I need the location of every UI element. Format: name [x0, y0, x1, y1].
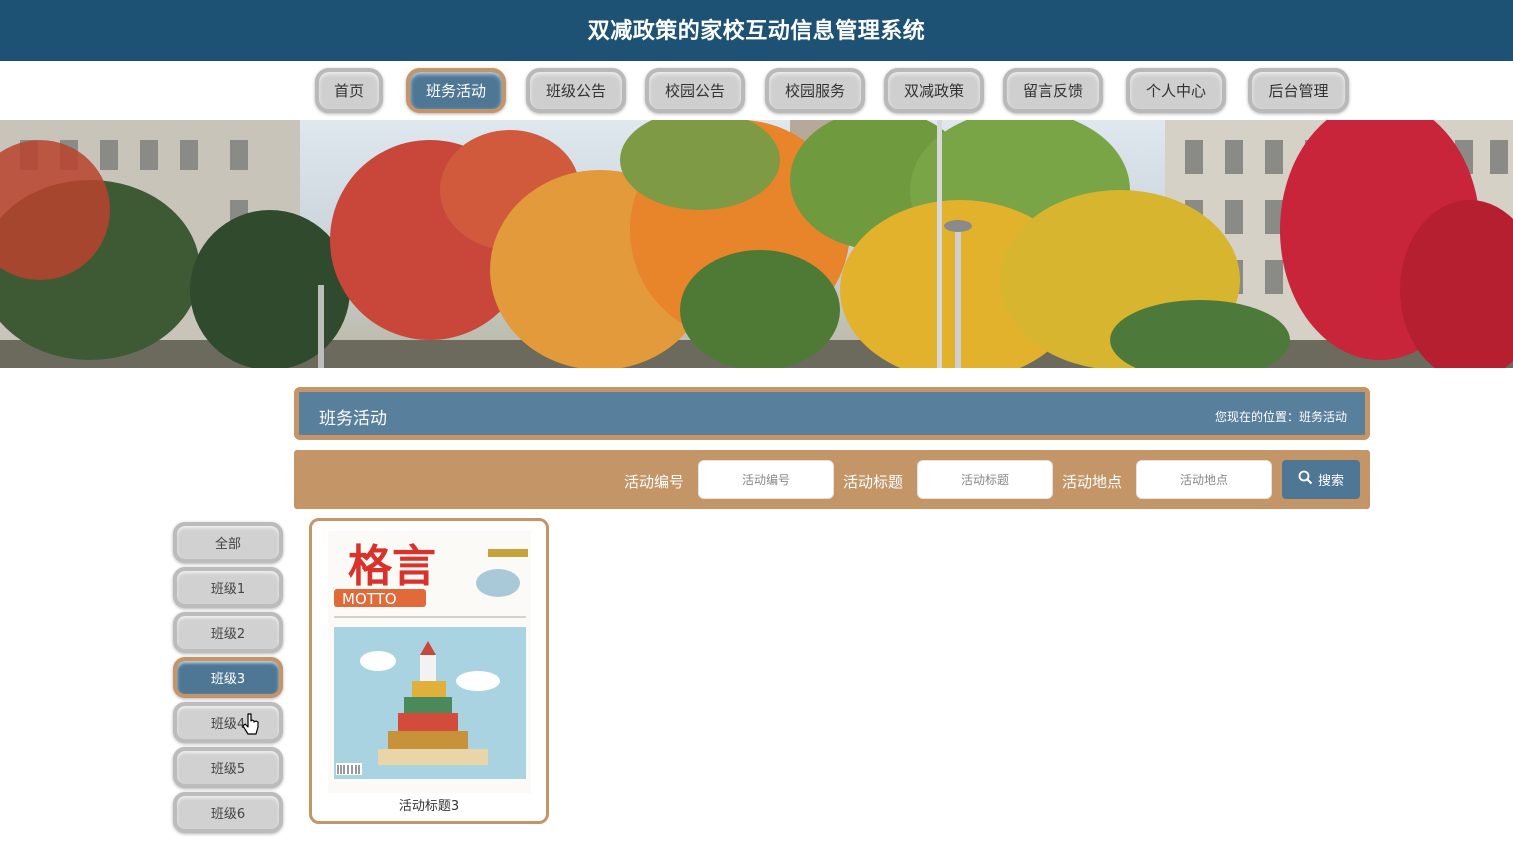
activity-card-title: 活动标题3	[398, 799, 460, 814]
activity-title-input[interactable]	[917, 460, 1053, 499]
top-header: 双减政策的家校互动信息管理系统	[0, 0, 1513, 61]
nav-item-campus-services[interactable]: 校园服务	[765, 68, 865, 113]
breadcrumb: 您现在的位置：班务活动	[1214, 410, 1347, 424]
activity-location-label: 活动地点	[1062, 473, 1123, 491]
section-header: 班务活动 您现在的位置：班务活动	[294, 387, 1370, 440]
filter-class4-button[interactable]: 班级4	[173, 702, 283, 743]
campus-banner-image	[0, 120, 1513, 368]
filter-class3-button[interactable]: 班级3	[173, 657, 283, 698]
nav-item-feedback[interactable]: 留言反馈	[1003, 68, 1103, 113]
activity-location-input[interactable]	[1136, 460, 1272, 499]
cover-subtitle: MOTTO	[342, 590, 397, 608]
cover-headline: 格言	[348, 541, 436, 592]
pointer-cursor-icon	[242, 713, 260, 741]
search-bar: 活动编号 活动标题 活动地点 搜索	[294, 450, 1370, 509]
main-nav: 首页 班务活动 班级公告 校园公告 校园服务 双减政策 留言反馈 个人中心 后台…	[0, 61, 1513, 120]
nav-item-policy[interactable]: 双减政策	[884, 68, 984, 113]
nav-item-profile[interactable]: 个人中心	[1126, 68, 1226, 113]
search-icon	[1298, 470, 1313, 489]
site-title: 双减政策的家校互动信息管理系统	[587, 19, 926, 44]
filter-class1-button[interactable]: 班级1	[173, 567, 283, 608]
nav-item-class-activities[interactable]: 班务活动	[406, 68, 506, 113]
filter-class6-button[interactable]: 班级6	[173, 792, 283, 833]
activity-id-input[interactable]	[698, 460, 834, 499]
activity-card[interactable]: 格言 MOTTO 活动标题3	[309, 518, 549, 824]
activity-cover-image: 格言 MOTTO	[328, 531, 531, 793]
activity-title-label: 活动标题	[843, 473, 904, 491]
filter-all-button[interactable]: 全部	[173, 522, 283, 563]
section-title: 班务活动	[319, 409, 387, 429]
filter-class2-button[interactable]: 班级2	[173, 612, 283, 653]
nav-item-campus-notices[interactable]: 校园公告	[645, 68, 745, 113]
nav-item-admin[interactable]: 后台管理	[1248, 68, 1349, 113]
nav-item-class-notices[interactable]: 班级公告	[526, 68, 626, 113]
activity-id-label: 活动编号	[624, 473, 685, 491]
search-button[interactable]: 搜索	[1282, 460, 1360, 499]
nav-item-home[interactable]: 首页	[315, 68, 383, 113]
filter-class5-button[interactable]: 班级5	[173, 747, 283, 788]
search-button-label: 搜索	[1317, 474, 1344, 489]
